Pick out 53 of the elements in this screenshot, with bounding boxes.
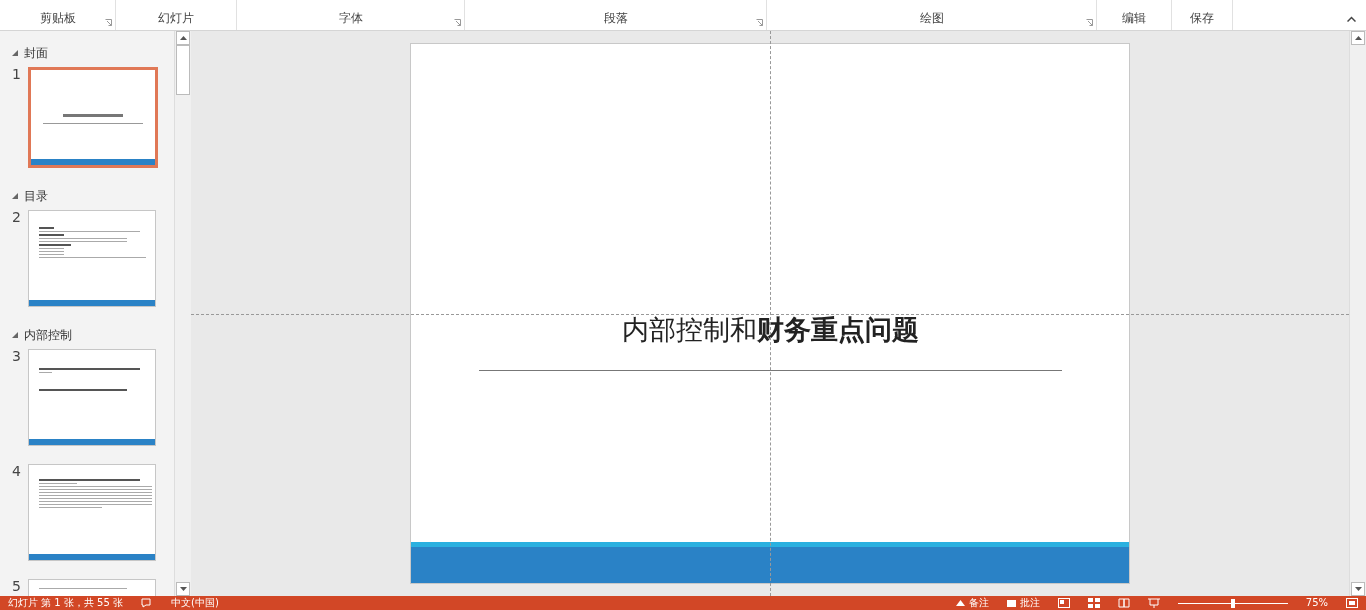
- language[interactable]: 中文(中国): [171, 596, 219, 610]
- ribbon-group-label: 保存: [1190, 10, 1214, 27]
- up-arrow-icon: [179, 36, 187, 40]
- slide-number: 3: [12, 349, 22, 363]
- slide-number: 4: [12, 464, 22, 478]
- reading-view-icon[interactable]: [1117, 598, 1130, 608]
- expanded-triangle-icon[interactable]: [12, 50, 18, 56]
- ribbon-group-label: 编辑: [1122, 10, 1146, 27]
- section-title[interactable]: 目录: [24, 187, 48, 205]
- slide-thumbnail[interactable]: [28, 67, 158, 168]
- dialog-launcher-icon[interactable]: [1086, 19, 1093, 26]
- slide-thumbnail[interactable]: [28, 464, 156, 561]
- zoom-level[interactable]: 75%: [1305, 596, 1328, 610]
- up-arrow-icon: [1354, 36, 1362, 40]
- ribbon-group-label: 绘图: [919, 10, 944, 27]
- expanded-triangle-icon[interactable]: [12, 332, 18, 338]
- comment-icon: [1006, 599, 1016, 607]
- dialog-launcher-icon[interactable]: [454, 19, 461, 26]
- section-title[interactable]: 封面: [24, 44, 48, 62]
- dialog-launcher-icon[interactable]: [105, 19, 112, 26]
- ribbon-group-label: 段落: [603, 10, 628, 27]
- dialog-launcher-icon[interactable]: [756, 19, 763, 26]
- scrollbar[interactable]: [174, 31, 191, 596]
- down-arrow-icon: [1354, 587, 1362, 591]
- scrollbar[interactable]: [1349, 31, 1366, 596]
- section-title[interactable]: 内部控制: [24, 326, 72, 344]
- normal-view-icon[interactable]: [1057, 598, 1070, 608]
- zoom-slider-thumb[interactable]: [1230, 598, 1235, 608]
- scroll-down-button[interactable]: [1351, 582, 1365, 596]
- collapse-ribbon-icon[interactable]: [1347, 16, 1356, 22]
- slide-number: 1: [12, 67, 22, 81]
- ribbon-group-label: 幻灯片: [158, 10, 194, 27]
- slideshow-icon[interactable]: [1147, 598, 1160, 608]
- scroll-thumb[interactable]: [176, 45, 190, 95]
- down-arrow-icon: [179, 587, 187, 591]
- slide-title[interactable]: 内部控制和财务重点问题: [621, 312, 919, 348]
- slide-thumbnail[interactable]: [28, 349, 156, 446]
- comments-button[interactable]: 批注: [1019, 596, 1040, 610]
- slide-number: 5: [12, 579, 22, 593]
- scroll-down-button[interactable]: [176, 582, 190, 596]
- spellcheck-icon[interactable]: [141, 598, 153, 608]
- sorter-view-icon[interactable]: [1087, 598, 1100, 608]
- scroll-up-button[interactable]: [1351, 31, 1365, 45]
- ribbon-group-label: 剪贴板: [39, 10, 76, 27]
- ribbon-group-label: 字体: [338, 10, 363, 27]
- slide-thumbnail[interactable]: [28, 210, 156, 307]
- notes-icon: [955, 600, 965, 606]
- expanded-triangle-icon[interactable]: [12, 193, 18, 199]
- slide-count: 幻灯片 第 1 张，共 55 张: [8, 596, 123, 610]
- notes-button[interactable]: 备注: [968, 596, 989, 610]
- fit-slide-icon[interactable]: [1346, 598, 1358, 608]
- scroll-up-button[interactable]: [176, 31, 190, 45]
- slide-number: 2: [12, 210, 22, 224]
